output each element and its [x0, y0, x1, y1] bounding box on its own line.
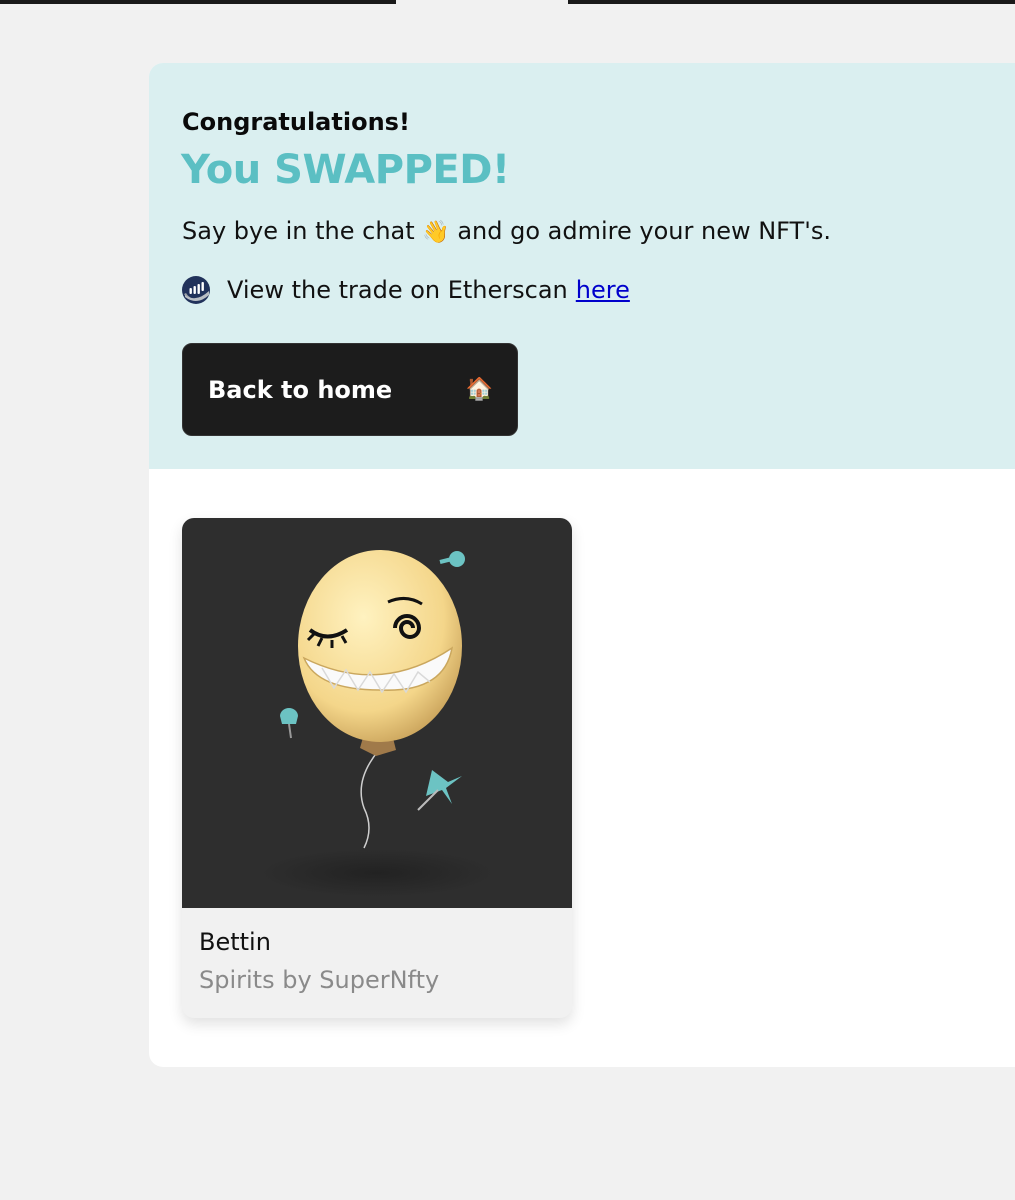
swap-result-panel: Congratulations! You SWAPPED! Say bye in…: [149, 63, 1015, 1067]
nft-card[interactable]: Bettin Spirits by SuperNfty: [182, 518, 572, 1018]
nft-image: [182, 518, 572, 908]
chat-message-start: Say bye in the chat: [182, 217, 415, 245]
chat-message: Say bye in the chat 👋 and go admire your…: [182, 217, 831, 245]
smiling-balloon-face-icon: [259, 550, 495, 897]
swapped-headline: You SWAPPED!: [181, 147, 510, 193]
back-to-home-button[interactable]: Back to home 🏠: [182, 343, 518, 436]
success-banner: Congratulations! You SWAPPED! Say bye in…: [149, 63, 1015, 469]
chat-message-end: and go admire your new NFT's.: [457, 217, 831, 245]
etherscan-icon: [182, 276, 210, 304]
top-progress-bar: [0, 0, 1015, 4]
nft-collection: Spirits by SuperNfty: [199, 966, 440, 994]
house-icon: 🏠: [465, 377, 493, 402]
nft-name: Bettin: [199, 928, 271, 956]
etherscan-text: View the trade on Etherscan: [227, 276, 568, 304]
congrats-heading: Congratulations!: [182, 108, 410, 136]
etherscan-row: View the trade on Etherscan here: [181, 275, 630, 305]
top-bar-segment-right: [568, 0, 1015, 4]
etherscan-link[interactable]: here: [576, 276, 630, 304]
top-bar-segment-left: [0, 0, 396, 4]
back-to-home-label: Back to home: [208, 375, 393, 404]
wave-icon: 👋: [422, 220, 450, 245]
